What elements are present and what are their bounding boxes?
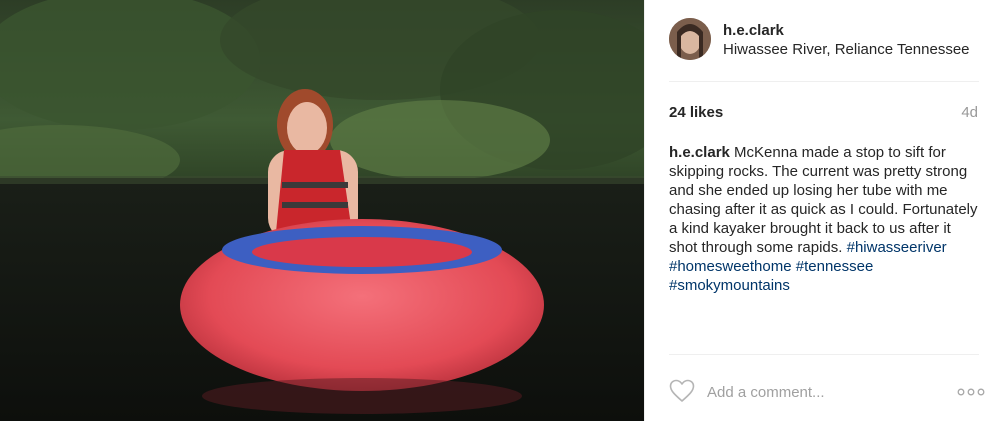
avatar[interactable] <box>669 18 711 60</box>
post-caption: h.e.clark McKenna made a stop to sift fo… <box>669 143 981 295</box>
hashtag-link[interactable]: #homesweethome <box>669 258 792 275</box>
location-link[interactable]: Hiwassee River, Reliance Tennessee <box>723 41 970 58</box>
comment-input[interactable] <box>707 381 937 403</box>
post-photo[interactable] <box>0 0 644 421</box>
username-link[interactable]: h.e.clark <box>723 22 784 39</box>
comments-divider <box>669 354 979 355</box>
hashtag-link[interactable]: #tennessee <box>796 258 874 275</box>
hashtag-link[interactable]: #hiwasseeriver <box>847 239 947 256</box>
post-header: h.e.clark Hiwassee River, Reliance Tenne… <box>669 18 979 64</box>
likes-count[interactable]: 24 likes <box>669 104 723 121</box>
hashtag-link[interactable]: #smokymountains <box>669 277 790 294</box>
caption-username-link[interactable]: h.e.clark <box>669 144 730 161</box>
three-dots-icon[interactable] <box>957 387 985 397</box>
header-divider <box>669 81 979 82</box>
avatar-image <box>669 18 711 60</box>
post-details-panel: h.e.clark Hiwassee River, Reliance Tenne… <box>644 0 1000 421</box>
photo-scene <box>0 0 644 421</box>
comment-bar <box>669 378 985 408</box>
post-timestamp[interactable]: 4d <box>961 104 978 121</box>
heart-outline-icon[interactable] <box>669 379 695 403</box>
